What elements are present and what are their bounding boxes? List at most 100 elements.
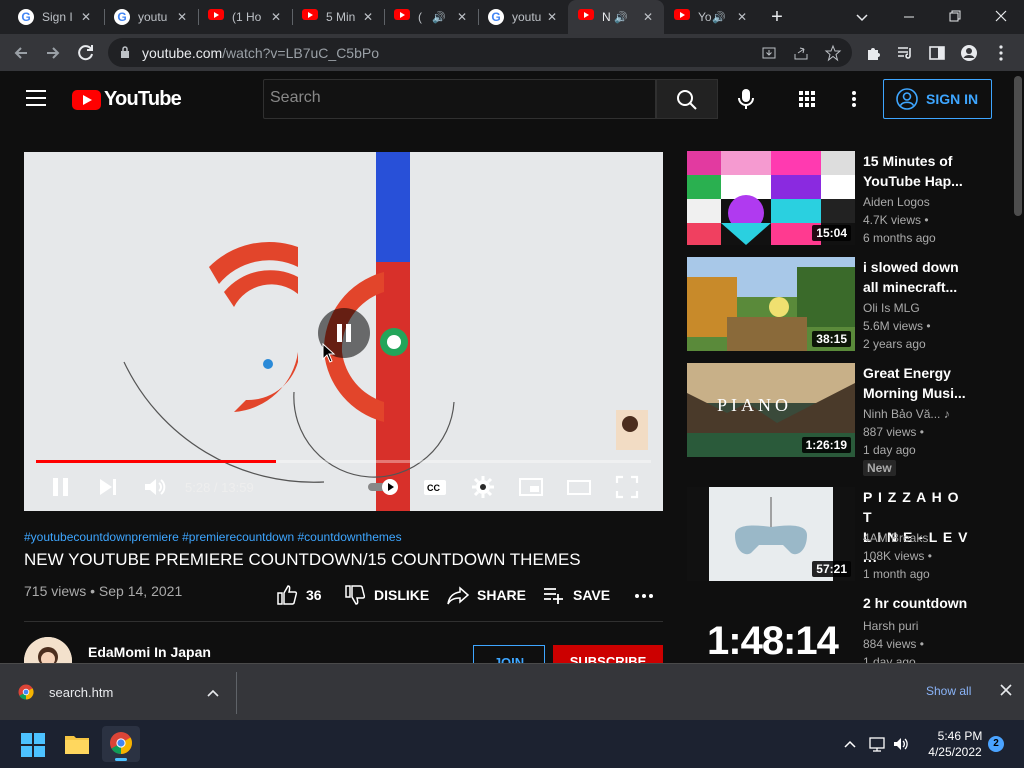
channel-name[interactable]: EdaMomi In Japan xyxy=(88,644,211,660)
thumbs-up-icon xyxy=(277,585,298,605)
youtube-logo[interactable]: YouTube xyxy=(72,88,182,111)
captions-button[interactable]: CC xyxy=(422,474,448,500)
video-title[interactable]: 15 Minutes of YouTube Hap... xyxy=(863,151,973,191)
close-icon[interactable]: ✕ xyxy=(268,9,284,25)
notification-badge[interactable]: 2 xyxy=(988,736,1004,752)
browser-tab[interactable]: G Sign I ✕ xyxy=(8,0,102,34)
back-button[interactable] xyxy=(8,40,34,66)
channel-name[interactable]: Aiden Logos xyxy=(863,195,930,209)
tab-title: 5 Min xyxy=(326,10,356,24)
close-icon[interactable]: ✕ xyxy=(734,9,750,25)
speaker-icon[interactable]: 🔊 xyxy=(432,11,446,24)
recommended-video[interactable]: 57:21 P I Z Z A H O TL I N E - L E V ...… xyxy=(687,487,1012,583)
channel-name[interactable]: Harsh puri xyxy=(863,619,918,633)
miniplayer-button[interactable] xyxy=(518,474,544,500)
video-thumbnail[interactable]: 1:48:14 xyxy=(687,593,855,663)
speaker-icon[interactable]: 🔊 xyxy=(614,11,628,24)
channel-name[interactable]: 4AM Breaks xyxy=(863,531,928,545)
browser-tab[interactable]: G youtu ✕ xyxy=(478,0,568,34)
speaker-icon[interactable]: 🔊 xyxy=(712,11,726,24)
tab-title: youtu xyxy=(138,10,168,24)
close-icon[interactable]: ✕ xyxy=(174,9,190,25)
closed-captions-icon: CC xyxy=(424,480,446,495)
settings-menu-button[interactable] xyxy=(846,89,862,109)
mute-button[interactable] xyxy=(142,474,168,500)
browser-tab[interactable]: ( 🔊 ✕ xyxy=(384,0,478,34)
play-pause-button[interactable] xyxy=(48,474,74,500)
clock-time[interactable]: 5:46 PM xyxy=(936,729,984,743)
tab-search-button[interactable] xyxy=(852,8,872,26)
scrollbar-thumb[interactable] xyxy=(1014,76,1022,216)
video-thumbnail[interactable]: 38:15 xyxy=(687,257,855,351)
close-icon[interactable]: ✕ xyxy=(544,9,560,25)
recommended-video[interactable]: 1:48:14 2 hr countdown Harsh puri 884 vi… xyxy=(687,593,1012,663)
fullscreen-button[interactable] xyxy=(614,474,640,500)
sign-in-button[interactable]: SIGN IN xyxy=(883,79,992,119)
search-input[interactable]: Search xyxy=(263,79,656,119)
close-icon[interactable]: ✕ xyxy=(454,9,470,25)
network-button[interactable] xyxy=(868,735,886,753)
recommended-video[interactable]: 38:15 i slowed down all minecraft... Oli … xyxy=(687,257,1012,353)
bookmark-star-icon[interactable] xyxy=(824,44,842,62)
seek-bar[interactable] xyxy=(36,460,651,463)
browser-tab[interactable]: 5 Min ✕ xyxy=(292,0,384,34)
search-button[interactable] xyxy=(656,79,718,119)
profile-icon[interactable] xyxy=(960,44,978,62)
close-download-bar-button[interactable] xyxy=(998,682,1014,698)
browser-tab[interactable]: Yo 🔊 ✕ xyxy=(664,0,758,34)
show-all-downloads-button[interactable]: Show all xyxy=(926,684,971,698)
video-title[interactable]: 2 hr countdown xyxy=(863,593,1003,613)
extensions-puzzle-icon[interactable] xyxy=(864,44,882,62)
restore-button[interactable] xyxy=(944,8,966,26)
new-tab-button[interactable]: + xyxy=(766,6,788,28)
next-button[interactable] xyxy=(96,474,122,500)
video-title[interactable]: Great Energy Morning Musi... xyxy=(863,363,973,403)
reload-button[interactable] xyxy=(73,40,99,66)
browser-tab[interactable]: (1 Ho ✕ xyxy=(198,0,292,34)
recommended-video[interactable]: 15:04 15 Minutes of YouTube Hap... Aiden … xyxy=(687,151,1012,247)
close-icon[interactable]: ✕ xyxy=(360,9,376,25)
install-app-icon[interactable] xyxy=(760,44,778,62)
theater-mode-button[interactable] xyxy=(566,474,592,500)
like-button[interactable]: 36 xyxy=(276,584,322,606)
tray-overflow-button[interactable] xyxy=(842,736,858,752)
close-window-button[interactable] xyxy=(990,8,1012,26)
video-thumbnail[interactable]: 15:04 xyxy=(687,151,855,245)
volume-button[interactable] xyxy=(892,735,910,753)
media-control-icon[interactable] xyxy=(896,44,914,62)
hashtags-link[interactable]: #youtubecountdownpremiere #premierecount… xyxy=(24,530,402,544)
chrome-menu-icon[interactable] xyxy=(992,44,1010,62)
download-options-button[interactable] xyxy=(206,686,220,700)
more-vertical-icon xyxy=(852,91,856,107)
microphone-button[interactable] xyxy=(736,87,756,111)
menu-icon[interactable] xyxy=(26,90,46,106)
recommended-video[interactable]: PIANO 1:26:19 Great Energy Morning Musi..… xyxy=(687,363,1012,476)
save-button[interactable]: SAVE xyxy=(543,584,610,606)
video-title[interactable]: i slowed down all minecraft... xyxy=(863,257,973,297)
view-count: 887 views • xyxy=(863,425,924,439)
side-panel-icon[interactable] xyxy=(928,44,946,62)
share-icon[interactable] xyxy=(792,44,810,62)
minimize-button[interactable] xyxy=(898,8,920,26)
file-explorer-button[interactable] xyxy=(58,726,96,762)
video-thumbnail[interactable]: 57:21 xyxy=(687,487,855,581)
video-thumbnail[interactable]: PIANO 1:26:19 xyxy=(687,363,855,457)
dislike-button[interactable]: DISLIKE xyxy=(344,584,429,606)
start-button[interactable] xyxy=(14,726,52,762)
close-icon[interactable]: ✕ xyxy=(640,9,656,25)
clock-date[interactable]: 4/25/2022 xyxy=(924,745,986,759)
more-actions-button[interactable] xyxy=(634,584,662,606)
channel-name[interactable]: Oli Is MLG xyxy=(863,301,920,315)
chrome-taskbar-button[interactable] xyxy=(102,726,140,762)
autoplay-toggle[interactable] xyxy=(366,474,402,500)
settings-button[interactable] xyxy=(470,474,496,500)
address-bar[interactable]: youtube.com/watch?v=LB7uC_C5bPo xyxy=(108,38,852,67)
browser-tab[interactable]: G youtu ✕ xyxy=(104,0,198,34)
close-icon[interactable]: ✕ xyxy=(78,9,94,25)
apps-button[interactable] xyxy=(797,89,817,109)
forward-button[interactable] xyxy=(40,40,66,66)
browser-tab-active[interactable]: N 🔊 ✕ xyxy=(568,0,664,34)
download-item[interactable]: search.htm xyxy=(18,684,113,700)
channel-name[interactable]: Ninh Bảo Vă... ♪ xyxy=(863,407,950,421)
share-button[interactable]: SHARE xyxy=(447,584,526,606)
